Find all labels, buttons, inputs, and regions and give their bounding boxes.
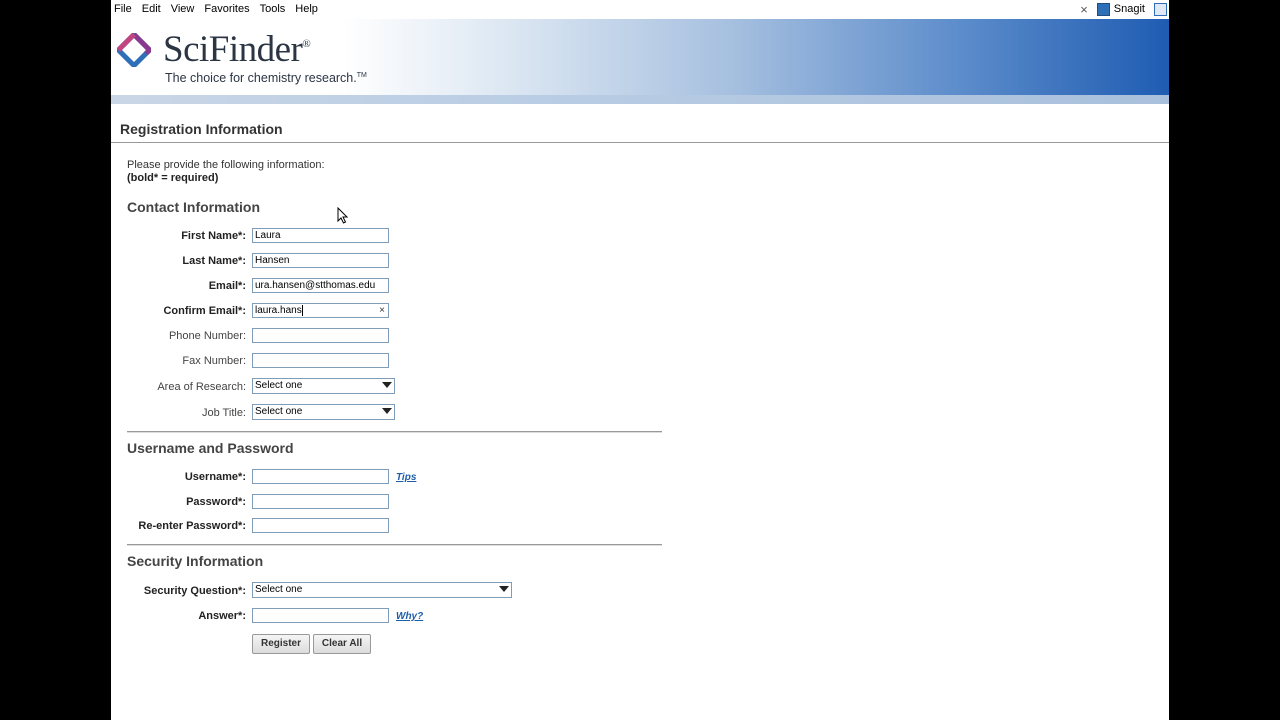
fax-label: Fax Number: <box>182 355 246 367</box>
email-field[interactable]: ura.hansen@stthomas.edu <box>252 278 389 293</box>
reenter-password-field[interactable] <box>252 518 389 533</box>
section-divider <box>127 431 662 433</box>
scifinder-logo-icon <box>117 33 151 67</box>
confirm-email-field[interactable]: laura.hans × <box>252 303 389 318</box>
confirm-email-label: Confirm Email*: <box>163 305 246 317</box>
text-caret <box>301 304 303 316</box>
account-heading: Username and Password <box>127 440 294 456</box>
security-question-label: Security Question*: <box>143 585 246 597</box>
contact-heading: Contact Information <box>127 199 260 215</box>
close-icon[interactable]: × <box>1080 2 1088 17</box>
reenter-password-label: Re-enter Password*: <box>138 520 246 532</box>
menu-help[interactable]: Help <box>292 3 325 15</box>
last-name-field[interactable]: Hansen <box>252 253 389 268</box>
title-divider <box>111 142 1169 143</box>
brand-tagline: The choice for chemistry research.TM <box>165 71 367 85</box>
username-field[interactable] <box>252 469 389 484</box>
menu-favorites[interactable]: Favorites <box>201 3 256 15</box>
area-of-research-label: Area of Research: <box>157 381 246 393</box>
email-label: Email*: <box>208 280 246 292</box>
area-of-research-select[interactable]: Select one <box>252 378 395 394</box>
page-title: Registration Information <box>120 121 283 137</box>
last-name-label: Last Name*: <box>182 255 246 267</box>
first-name-label: First Name*: <box>181 230 246 242</box>
section-divider <box>127 544 662 546</box>
snagit-window-icon[interactable] <box>1154 2 1167 16</box>
chevron-down-icon <box>382 408 392 414</box>
clear-all-button[interactable]: Clear All <box>313 634 371 654</box>
menu-tools[interactable]: Tools <box>257 3 293 15</box>
why-link[interactable]: Why? <box>396 611 423 622</box>
menu-edit[interactable]: Edit <box>139 3 168 15</box>
fax-field[interactable] <box>252 353 389 368</box>
tips-link[interactable]: Tips <box>396 472 416 483</box>
answer-field[interactable] <box>252 608 389 623</box>
menu-file[interactable]: File <box>111 3 139 15</box>
brand-name: SciFinder® <box>163 29 311 70</box>
clear-field-icon[interactable]: × <box>379 304 385 317</box>
header-banner: SciFinder® The choice for chemistry rese… <box>111 19 1169 95</box>
first-name-field[interactable]: Laura <box>252 228 389 243</box>
phone-field[interactable] <box>252 328 389 343</box>
menu-view[interactable]: View <box>168 3 202 15</box>
snagit-button[interactable]: Snagit <box>1114 3 1145 15</box>
phone-label: Phone Number: <box>168 330 246 342</box>
banner-stripe <box>111 95 1169 104</box>
register-button[interactable]: Register <box>252 634 310 654</box>
confirm-email-value: laura.hans <box>255 305 302 316</box>
job-title-select[interactable]: Select one <box>252 404 395 420</box>
browser-window: File Edit View Favorites Tools Help × Sn… <box>111 0 1169 720</box>
security-question-select[interactable]: Select one <box>252 582 512 598</box>
password-field[interactable] <box>252 494 389 509</box>
password-label: Password*: <box>186 496 246 508</box>
intro-text: Please provide the following information… <box>127 159 325 184</box>
chevron-down-icon <box>499 586 509 592</box>
security-heading: Security Information <box>127 553 264 569</box>
answer-label: Answer*: <box>198 610 246 622</box>
toolbar-right: × Snagit <box>1080 0 1169 18</box>
job-title-label: Job Title: <box>201 407 246 419</box>
chevron-down-icon <box>382 382 392 388</box>
menu-bar: File Edit View Favorites Tools Help × Sn… <box>111 0 1169 18</box>
snagit-icon[interactable] <box>1096 2 1110 16</box>
mouse-pointer-icon <box>337 207 349 224</box>
username-label: Username*: <box>184 471 246 483</box>
